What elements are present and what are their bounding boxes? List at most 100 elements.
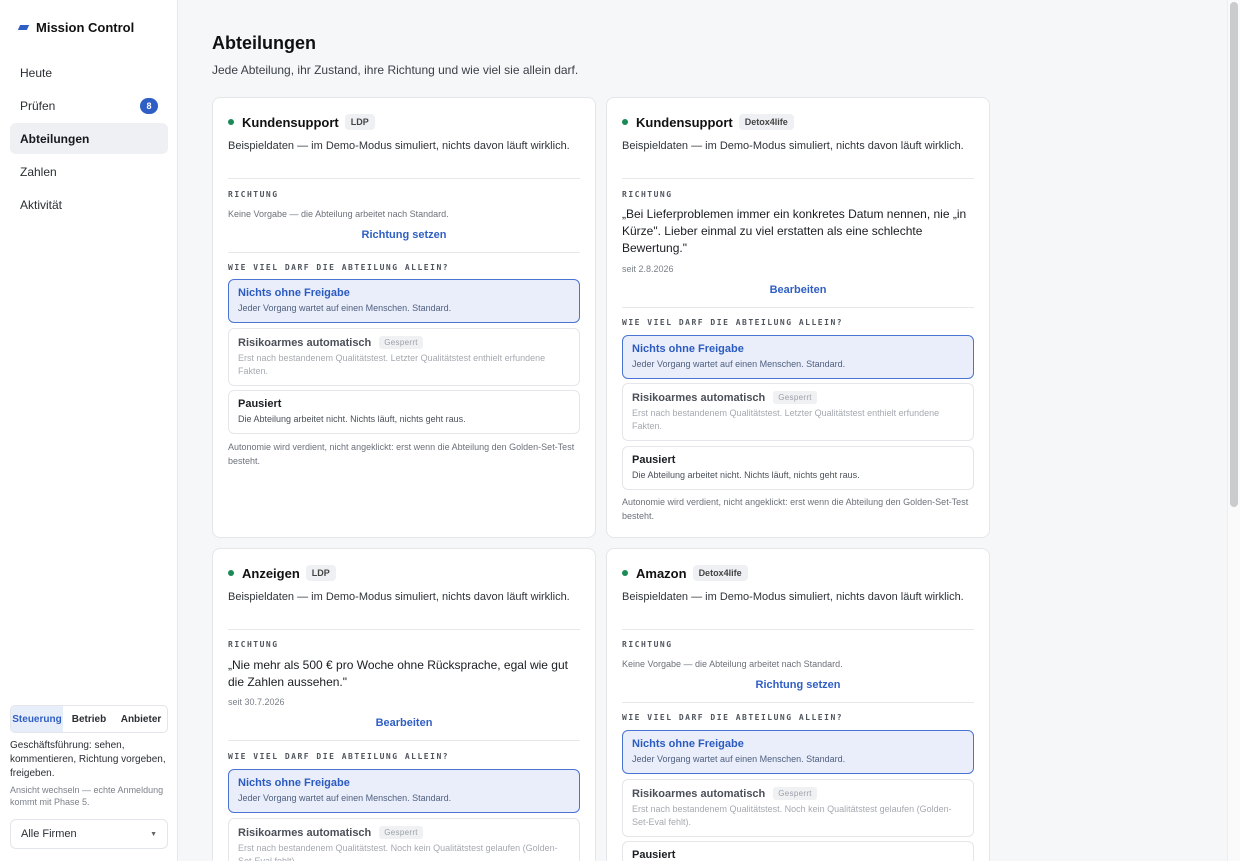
autonomy-option-auto[interactable]: Risikoarmes automatisch Gesperrt Erst nac… <box>228 328 580 386</box>
page-subtitle: Jede Abteilung, ihr Zustand, ihre Richtu… <box>212 63 579 77</box>
option-description: Erst nach bestandenem Qualitätstest. Noc… <box>632 804 952 827</box>
status-dot <box>622 119 628 125</box>
department-name: Amazon <box>636 565 687 581</box>
autonomy-footnote: Autonomie wird verdient, nicht angeklick… <box>228 442 575 466</box>
scrollbar-thumb[interactable] <box>1230 2 1238 507</box>
autonomy-label: WIE VIEL DARF DIE ABTEILUNG ALLEIN? <box>622 713 844 722</box>
department-description: Beispieldaten — im Demo-Modus simuliert,… <box>622 140 964 152</box>
department-description: Beispieldaten — im Demo-Modus simuliert,… <box>622 591 964 603</box>
option-title: Nichts ohne Freigabe <box>632 738 744 750</box>
option-description: Jeder Vorgang wartet auf einen Menschen.… <box>632 359 846 369</box>
autonomy-option-auto[interactable]: Risikoarmes automatisch Gesperrt Erst nac… <box>622 383 974 441</box>
role-anbieter-button[interactable]: Anbieter <box>115 706 167 732</box>
autonomy-option-manual[interactable]: Nichts ohne Freigabe Jeder Vorgang warte… <box>228 769 580 813</box>
department-card: Kundensupport LDP Beispieldaten — im Dem… <box>212 97 596 538</box>
autonomy-footnote: Autonomie wird verdient, nicht angeklick… <box>622 497 969 521</box>
autonomy-option-paused[interactable]: Pausiert <box>622 841 974 861</box>
direction-label: RICHTUNG <box>622 190 673 199</box>
direction-label: RICHTUNG <box>228 190 279 199</box>
main-content: Abteilungen Jede Abteilung, ihr Zustand,… <box>212 0 1212 861</box>
department-card: Amazon Detox4life Beispieldaten — im Dem… <box>606 548 990 861</box>
direction-label: RICHTUNG <box>622 640 673 649</box>
brand-name: Mission Control <box>36 20 135 35</box>
department-name: Kundensupport <box>636 114 733 130</box>
edit-direction-button[interactable]: Bearbeiten <box>622 284 974 296</box>
role-betrieb-button[interactable]: Betrieb <box>63 706 115 732</box>
autonomy-option-paused[interactable]: Pausiert Die Abteilung arbeitet nicht. N… <box>228 390 580 434</box>
option-title: Risikoarmes automatisch <box>632 787 766 800</box>
autonomy-option-manual[interactable]: Nichts ohne Freigabe Jeder Vorgang warte… <box>622 730 974 774</box>
option-description: Die Abteilung arbeitet nicht. Nichts läu… <box>632 470 860 480</box>
role-description: Geschäftsführung: sehen, kommentieren, R… <box>10 740 166 779</box>
divider <box>622 178 974 179</box>
autonomy-label: WIE VIEL DARF DIE ABTEILUNG ALLEIN? <box>622 318 844 327</box>
divider <box>622 307 974 308</box>
locked-badge: Gesperrt <box>379 826 423 839</box>
department-description: Beispieldaten — im Demo-Modus simuliert,… <box>228 140 570 152</box>
autonomy-option-manual[interactable]: Nichts ohne Freigabe Jeder Vorgang warte… <box>228 279 580 323</box>
company-tag: Detox4life <box>692 565 748 581</box>
sidebar-item-heute[interactable]: Heute <box>10 57 168 88</box>
status-dot <box>622 570 628 576</box>
divider <box>622 702 974 703</box>
autonomy-option-manual[interactable]: Nichts ohne Freigabe Jeder Vorgang warte… <box>622 335 974 379</box>
divider <box>228 740 580 741</box>
autonomy-option-auto[interactable]: Risikoarmes automatisch Gesperrt Erst nac… <box>228 818 580 861</box>
company-tag: LDP <box>344 114 375 130</box>
option-title: Nichts ohne Freigabe <box>238 777 350 789</box>
divider <box>228 178 580 179</box>
set-direction-button[interactable]: Richtung setzen <box>228 229 580 241</box>
set-direction-button[interactable]: Richtung setzen <box>622 679 974 691</box>
sidebar-item-label: Aktivität <box>20 197 63 212</box>
department-card: Anzeigen LDP Beispieldaten — im Demo-Mod… <box>212 548 596 861</box>
role-steuerung-button[interactable]: Steuerung <box>11 706 63 732</box>
company-tag: LDP <box>305 565 336 581</box>
option-title: Nichts ohne Freigabe <box>632 343 744 355</box>
sidebar-item-zahlen[interactable]: Zahlen <box>10 156 168 187</box>
option-title: Pausiert <box>632 849 676 861</box>
department-name: Kundensupport <box>242 114 339 130</box>
status-dot <box>228 119 234 125</box>
option-description: Erst nach bestandenem Qualitätstest. Let… <box>238 353 546 376</box>
role-note: Ansicht wechseln — echte Anmeldung kommt… <box>10 785 164 807</box>
option-title: Pausiert <box>238 398 282 410</box>
count-badge: 8 <box>140 97 158 114</box>
sidebar-item-label: Zahlen <box>20 164 57 179</box>
locked-badge: Gesperrt <box>379 336 423 349</box>
edit-direction-button[interactable]: Bearbeiten <box>228 717 580 729</box>
direction-label: RICHTUNG <box>228 640 279 649</box>
option-title: Nichts ohne Freigabe <box>238 287 350 299</box>
status-dot <box>228 570 234 576</box>
department-name: Anzeigen <box>242 565 300 581</box>
direction-date: seit 2.8.2026 <box>622 264 674 274</box>
autonomy-label: WIE VIEL DARF DIE ABTEILUNG ALLEIN? <box>228 752 450 761</box>
company-tag: Detox4life <box>738 114 794 130</box>
logo-icon <box>17 25 30 30</box>
role-switch: Steuerung Betrieb Anbieter <box>10 705 168 733</box>
option-description: Erst nach bestandenem Qualitätstest. Let… <box>632 408 940 431</box>
sidebar-item-abteilungen[interactable]: Abteilungen <box>10 123 168 154</box>
sidebar-nav: Heute Prüfen 8 Abteilungen Zahlen Aktivit… <box>10 57 168 222</box>
department-card: Kundensupport Detox4life Beispieldaten —… <box>606 97 990 538</box>
divider <box>228 252 580 253</box>
option-description: Jeder Vorgang wartet auf einen Menschen.… <box>238 793 452 803</box>
scrollbar[interactable] <box>1227 0 1240 861</box>
sidebar-item-label: Abteilungen <box>20 131 90 146</box>
option-title: Pausiert <box>632 454 676 466</box>
option-description: Jeder Vorgang wartet auf einen Menschen.… <box>238 303 452 313</box>
direction-text: „Nie mehr als 500 € pro Woche ohne Rücks… <box>228 658 568 689</box>
option-description: Erst nach bestandenem Qualitätstest. Noc… <box>238 843 558 861</box>
option-description: Die Abteilung arbeitet nicht. Nichts läu… <box>238 414 466 424</box>
option-title: Risikoarmes automatisch <box>238 336 372 349</box>
autonomy-option-paused[interactable]: Pausiert Die Abteilung arbeitet nicht. N… <box>622 446 974 490</box>
locked-badge: Gesperrt <box>773 787 817 800</box>
direction-empty: Keine Vorgabe — die Abteilung arbeitet n… <box>622 659 843 669</box>
sidebar-item-pruefen[interactable]: Prüfen 8 <box>10 90 168 121</box>
sidebar-item-label: Heute <box>20 65 53 80</box>
company-select[interactable]: Alle Firmen ▼ <box>10 819 168 849</box>
sidebar-item-aktivitaet[interactable]: Aktivität <box>10 189 168 220</box>
autonomy-option-auto[interactable]: Risikoarmes automatisch Gesperrt Erst nac… <box>622 779 974 837</box>
autonomy-label: WIE VIEL DARF DIE ABTEILUNG ALLEIN? <box>228 263 450 272</box>
direction-date: seit 30.7.2026 <box>228 697 285 707</box>
department-description: Beispieldaten — im Demo-Modus simuliert,… <box>228 591 570 603</box>
